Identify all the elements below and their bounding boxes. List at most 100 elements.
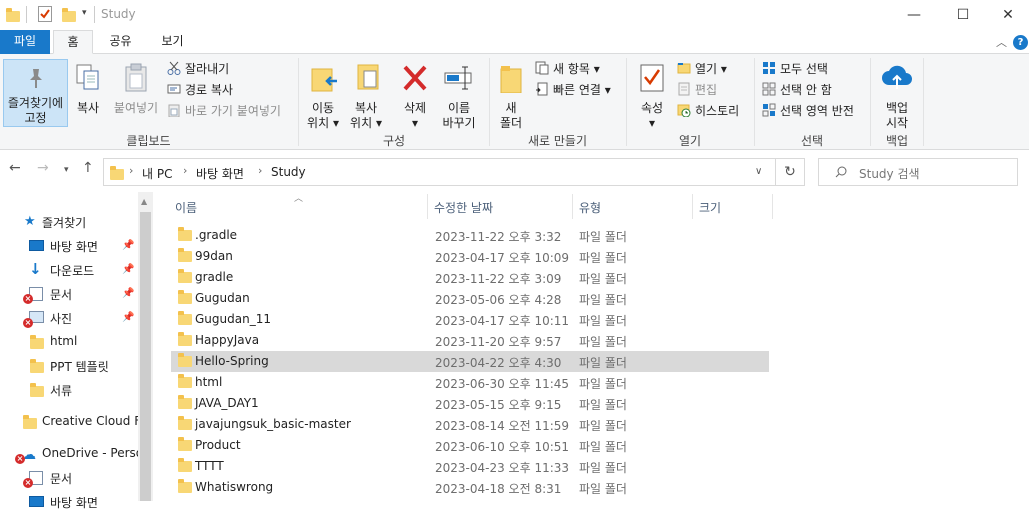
file-type: 파일 폴더	[579, 251, 627, 265]
paste-button[interactable]: 붙여넣기	[108, 59, 164, 127]
folder-icon	[178, 269, 192, 283]
paste-shortcut-label: 바로 가기 붙여넣기	[185, 104, 281, 118]
file-row[interactable]: Gugudan_11 2023-04-17 오후 10:11 파일 폴더	[171, 309, 769, 330]
tab-home[interactable]: 홈	[53, 30, 93, 54]
new-folder-button[interactable]: 새 폴더	[495, 59, 527, 130]
file-row[interactable]: Whatiswrong 2023-04-18 오전 8:31 파일 폴더	[171, 477, 769, 498]
nav-quick-access[interactable]: ★ 즐겨찾기	[24, 214, 86, 231]
help-icon[interactable]: ?	[1013, 35, 1028, 50]
nav-item-creative-cloud[interactable]: Creative Cloud Fil	[22, 414, 147, 429]
folder-icon	[178, 248, 192, 262]
file-name: .gradle	[195, 228, 238, 242]
move-to-button[interactable]: 이동 위치 ▾	[303, 59, 343, 130]
column-header-size[interactable]: 크기	[699, 199, 721, 216]
tab-view[interactable]: 보기	[150, 30, 195, 54]
nav-item-desktop[interactable]: 바탕 화면	[29, 238, 98, 255]
file-name: html	[195, 375, 223, 389]
breadcrumb-desktop[interactable]: 바탕 화면	[196, 165, 244, 182]
column-divider[interactable]	[572, 194, 573, 219]
column-divider[interactable]	[772, 194, 773, 219]
column-divider[interactable]	[427, 194, 428, 219]
sync-error-icon: ×	[23, 294, 33, 304]
delete-button[interactable]: 삭제 ▾	[396, 59, 434, 130]
cut-button[interactable]: 잘라내기	[167, 59, 229, 79]
breadcrumb-study[interactable]: Study	[271, 165, 306, 179]
column-header-name[interactable]: 이름	[175, 199, 197, 216]
start-backup-button[interactable]: 백업 시작	[876, 59, 918, 130]
nav-item-papers[interactable]: 서류	[29, 382, 72, 399]
file-type: 파일 폴더	[579, 230, 627, 244]
file-row[interactable]: Hello-Spring 2023-04-22 오후 4:30 파일 폴더	[171, 351, 769, 372]
desktop-icon	[29, 496, 44, 507]
address-history-icon[interactable]: ∨	[755, 166, 762, 177]
file-row[interactable]: Product 2023-06-10 오후 10:51 파일 폴더	[171, 435, 769, 456]
properties-label: 속성	[640, 101, 664, 115]
column-header-date[interactable]: 수정한 날짜	[434, 199, 493, 216]
nav-scrollbar-thumb[interactable]	[140, 212, 151, 501]
file-date: 2023-04-17 오후 10:09	[435, 251, 570, 265]
address-bar[interactable]: › 내 PC › 바탕 화면 › Study ∨	[103, 158, 776, 186]
nav-item-ppt-template[interactable]: PPT 템플릿	[29, 358, 109, 375]
file-row[interactable]: .gradle 2023-11-22 오후 3:32 파일 폴더	[171, 225, 769, 246]
file-row[interactable]: TTTT 2023-04-23 오후 11:33 파일 폴더	[171, 456, 769, 477]
forward-arrow-icon[interactable]: →	[37, 160, 49, 176]
nav-item-pictures[interactable]: 사진	[29, 310, 72, 327]
file-row[interactable]: HappyJava 2023-11-20 오후 9:57 파일 폴더	[171, 330, 769, 351]
nav-item-html[interactable]: html	[29, 334, 77, 349]
new-item-button[interactable]: 새 항목 ▾	[535, 59, 600, 79]
clipboard-icon	[125, 63, 147, 92]
nav-item-downloads[interactable]: ↓ 다운로드	[29, 260, 94, 279]
close-button[interactable]: ✕	[985, 0, 1029, 30]
maximize-button[interactable]: ☐	[940, 0, 986, 30]
new-folder-icon	[500, 66, 522, 93]
backup-group-label: 백업	[885, 134, 909, 148]
collapse-ribbon-icon[interactable]: ︿	[996, 34, 1007, 50]
nav-item-label: 사진	[50, 312, 73, 326]
paste-shortcut-button[interactable]: 바로 가기 붙여넣기	[167, 101, 281, 121]
invert-selection-button[interactable]: 선택 영역 반전	[762, 101, 854, 121]
scroll-up-arrow-icon[interactable]: ▲	[141, 197, 147, 206]
copy-button[interactable]: 복사	[70, 59, 106, 127]
delete-label: 삭제	[403, 101, 427, 115]
easy-access-button[interactable]: 빠른 연결 ▾	[535, 80, 611, 100]
nav-item-documents[interactable]: 문서	[29, 286, 72, 303]
tab-file[interactable]: 파일	[0, 30, 50, 54]
properties-quick-icon[interactable]	[38, 6, 52, 22]
minimize-button[interactable]: —	[891, 0, 937, 30]
nav-item-onedrive-desktop[interactable]: 바탕 화면	[29, 494, 98, 511]
rename-button[interactable]: 이름 바꾸기	[438, 59, 480, 130]
nav-item-onedrive-documents[interactable]: 문서	[29, 470, 72, 487]
properties-button[interactable]: 속성 ▾	[633, 59, 671, 130]
recent-locations-icon[interactable]: ▾	[64, 165, 69, 175]
breadcrumb-this-pc[interactable]: 내 PC	[142, 165, 172, 182]
search-field[interactable]: Study 검색	[818, 158, 1018, 186]
file-row[interactable]: javajungsuk_basic-master 2023-08-14 오전 11…	[171, 414, 769, 435]
open-button[interactable]: 열기 ▾	[677, 59, 727, 79]
file-row[interactable]: gradle 2023-11-22 오후 3:09 파일 폴더	[171, 267, 769, 288]
new-folder-quick-icon[interactable]	[62, 7, 76, 22]
back-arrow-icon[interactable]: ←	[9, 160, 21, 176]
folder-icon	[178, 290, 192, 304]
copy-path-button[interactable]: 경로 복사	[167, 80, 233, 100]
invert-selection-label: 선택 영역 반전	[780, 104, 854, 118]
file-row[interactable]: JAVA_DAY1 2023-05-15 오후 9:15 파일 폴더	[171, 393, 769, 414]
pin-to-quick-access-button[interactable]: 즐겨찾기에 고정	[3, 59, 68, 127]
file-row[interactable]: Gugudan 2023-05-06 오후 4:28 파일 폴더	[171, 288, 769, 309]
tab-share[interactable]: 공유	[98, 30, 143, 54]
history-button[interactable]: 히스토리	[677, 101, 739, 121]
copy-to-button[interactable]: 복사 위치 ▾	[346, 59, 386, 130]
file-name: JAVA_DAY1	[195, 396, 259, 410]
edit-button[interactable]: 편집	[677, 80, 717, 100]
up-arrow-icon[interactable]: ↑	[82, 160, 94, 176]
customize-quick-access-icon[interactable]: ▾	[82, 8, 87, 18]
file-row[interactable]: html 2023-06-30 오후 11:45 파일 폴더	[171, 372, 769, 393]
copy-to-label-2: 위치 ▾	[350, 116, 382, 130]
select-none-button[interactable]: 선택 안 함	[762, 80, 832, 100]
select-all-button[interactable]: 모두 선택	[762, 59, 828, 79]
nav-item-onedrive[interactable]: ☁ OneDrive - Persor	[22, 446, 148, 463]
column-divider[interactable]	[692, 194, 693, 219]
column-header-type[interactable]: 유형	[579, 199, 601, 216]
folder-icon	[23, 415, 37, 429]
file-row[interactable]: 99dan 2023-04-17 오후 10:09 파일 폴더	[171, 246, 769, 267]
refresh-button[interactable]: ↻	[776, 158, 805, 186]
